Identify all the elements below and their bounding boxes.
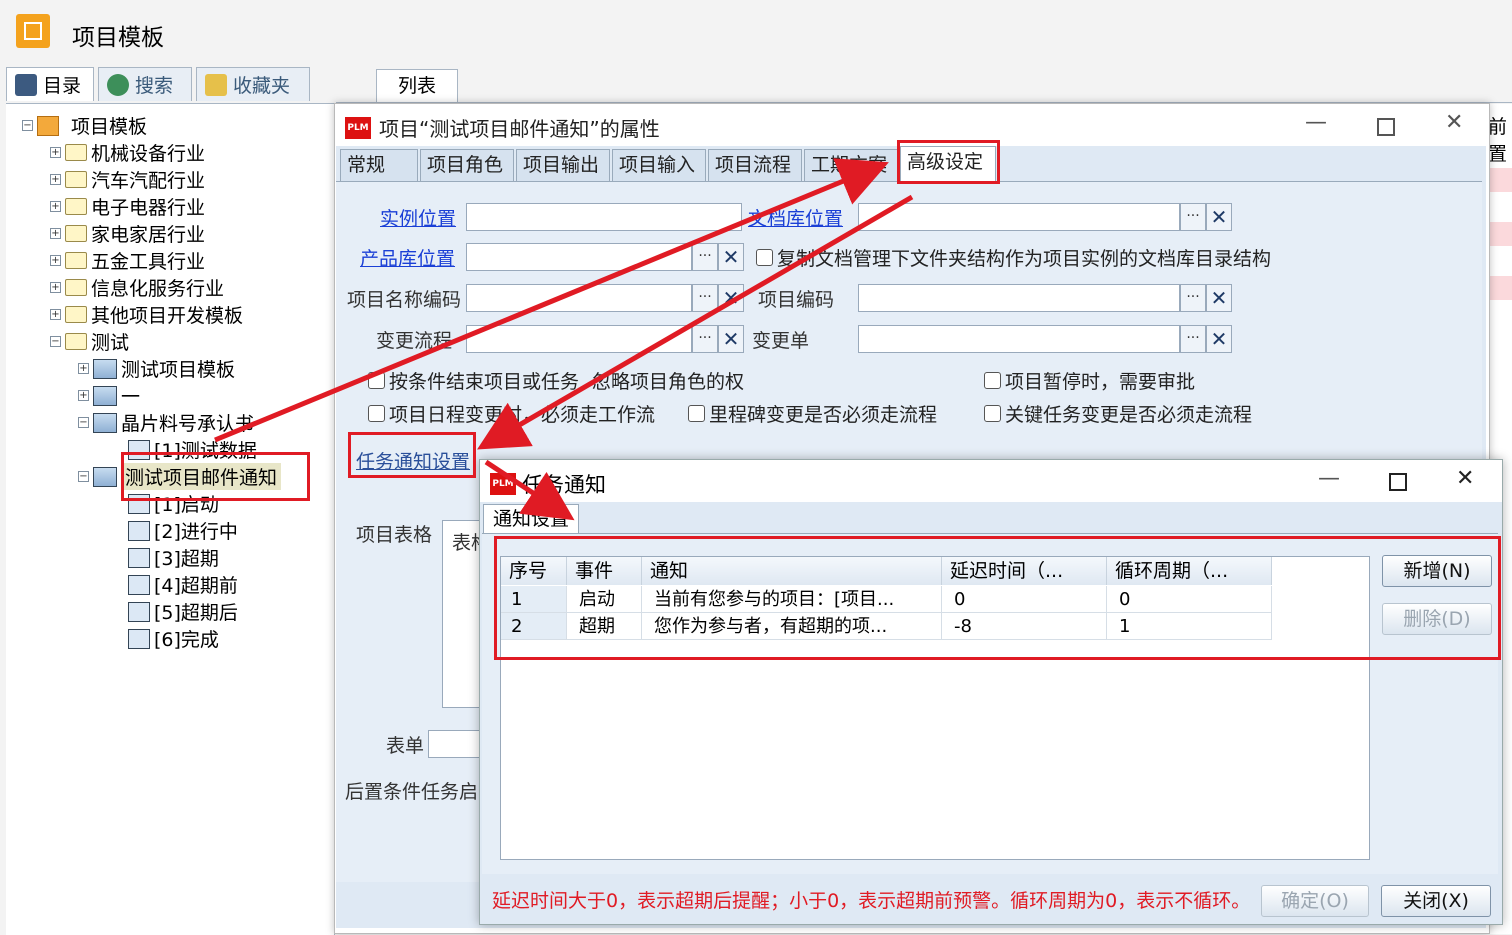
annotation-arrows	[214, 158, 914, 521]
arrow-to-advanced-tab	[214, 158, 889, 443]
arrow-to-notify-link	[477, 194, 914, 450]
arrow-to-notify-tab	[484, 459, 575, 521]
